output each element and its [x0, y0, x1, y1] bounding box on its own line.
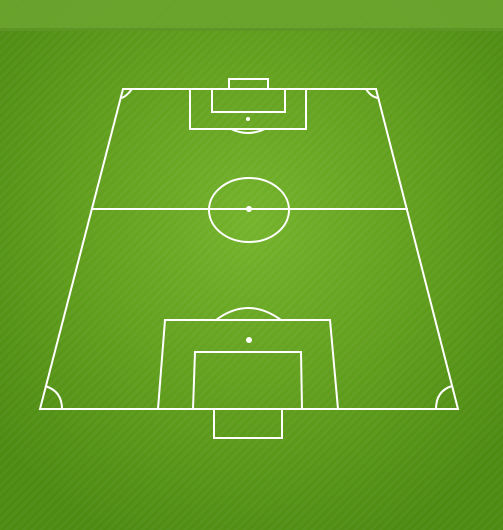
top-penalty-spot: [246, 117, 250, 121]
header-bar: [0, 0, 503, 31]
football-pitch: [0, 0, 503, 530]
game-screen: [0, 0, 503, 530]
bottom-penalty-spot: [246, 337, 252, 343]
header-bar-shade: [0, 28, 503, 31]
center-spot: [246, 206, 252, 212]
